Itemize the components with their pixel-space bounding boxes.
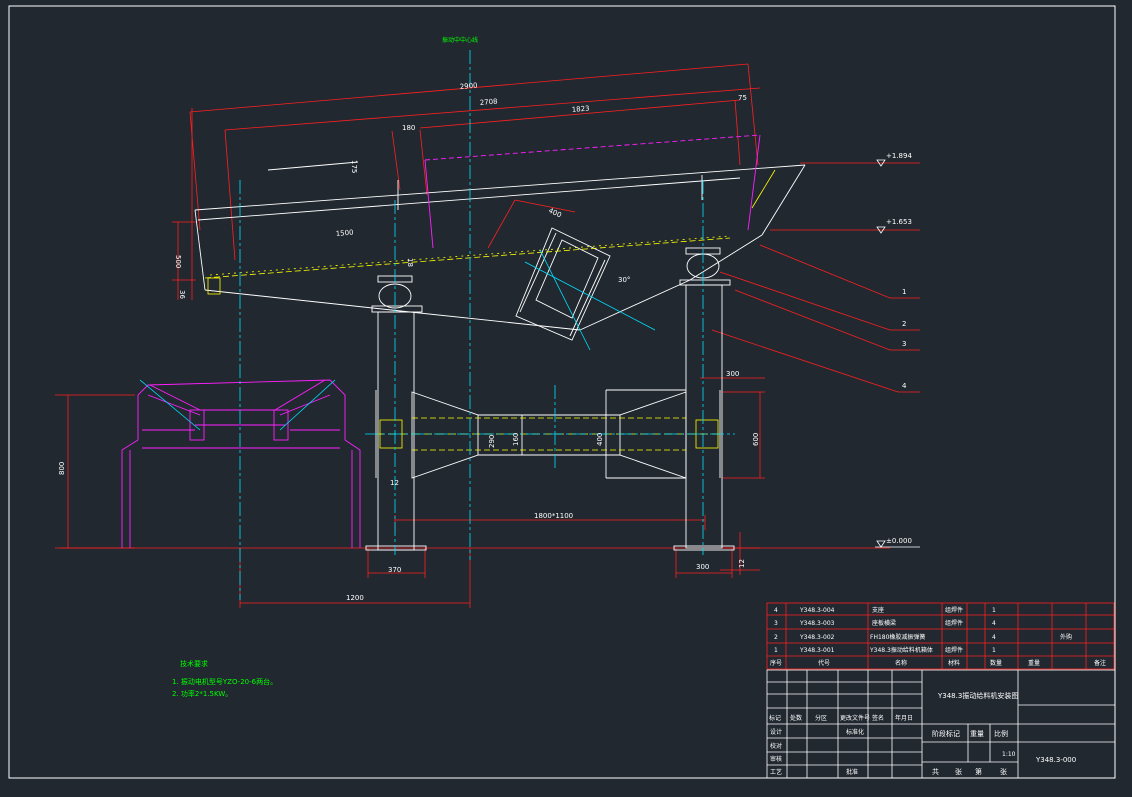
title-block-labels: 标记 处数 分区 更改文件号 签名 年月日 设计 标准化 校对 审核 工艺 批准… bbox=[769, 714, 1008, 776]
dim-800: 800 bbox=[58, 462, 66, 475]
dim-500: 500 bbox=[174, 255, 182, 268]
lbl-weight: 重量 bbox=[970, 730, 984, 738]
row3-material: 组焊件 bbox=[945, 619, 963, 627]
lbl-craft: 工艺 bbox=[770, 768, 782, 776]
magenta-lines bbox=[121, 134, 761, 548]
notes-line-1: 1. 振动电机型号YZO-20-6两台。 bbox=[172, 677, 277, 686]
row1-no: 1 bbox=[774, 647, 778, 654]
lbl-mark: 标记 bbox=[769, 714, 781, 722]
dim-18: 18 bbox=[406, 258, 414, 267]
level-1: +1.894 bbox=[886, 152, 912, 160]
hdr-name: 名称 bbox=[895, 659, 907, 667]
dim-12a: 12 bbox=[390, 479, 399, 487]
level-3: ±0.000 bbox=[886, 537, 912, 545]
row3-no: 3 bbox=[774, 620, 778, 627]
lbl-design: 设计 bbox=[770, 728, 782, 736]
dim-370: 370 bbox=[388, 566, 401, 574]
dim-12b: 12 bbox=[738, 559, 746, 568]
hdr-code: 代号 bbox=[818, 659, 830, 667]
row2-qty: 4 bbox=[992, 634, 996, 641]
lbl-zone: 分区 bbox=[815, 714, 827, 722]
centerline-label: 振动中中心线 bbox=[442, 36, 478, 44]
lbl-std: 标准化 bbox=[846, 728, 864, 736]
dim-600: 600 bbox=[752, 433, 760, 446]
lbl-check: 校对 bbox=[770, 742, 782, 750]
hdr-material: 材料 bbox=[948, 659, 960, 667]
row3-qty: 4 bbox=[992, 620, 996, 627]
row3-code: Y348.3-003 bbox=[799, 620, 835, 627]
row1-code: Y348.3-001 bbox=[799, 647, 835, 654]
dim-300-bottom: 300 bbox=[696, 563, 709, 571]
hdr-no: 序号 bbox=[770, 659, 782, 667]
callout-4: 4 bbox=[902, 382, 907, 390]
cad-drawing: 振动中中心线 +1.894 +1.653 ±0.000 1 2 3 4 2900… bbox=[8, 5, 1116, 779]
dim-1823: 1823 bbox=[571, 104, 589, 114]
dim-30deg: 30° bbox=[618, 276, 630, 284]
lbl-stage: 阶段标记 bbox=[932, 729, 960, 738]
level-2: +1.653 bbox=[886, 218, 912, 226]
dim-1800x1100: 1800*1100 bbox=[534, 512, 573, 520]
hdr-weight: 重量 bbox=[1028, 659, 1040, 667]
lbl-count: 处数 bbox=[790, 714, 802, 722]
row4-qty: 1 bbox=[992, 607, 996, 614]
hidden-lines bbox=[204, 169, 776, 451]
hdr-remark: 备注 bbox=[1094, 659, 1106, 667]
row1-name: Y348.3振动给料机箱体 bbox=[869, 646, 933, 654]
lbl-sign: 签名 bbox=[872, 714, 884, 722]
row4-code: Y348.3-004 bbox=[799, 607, 835, 614]
dim-2708: 2708 bbox=[479, 97, 497, 107]
dim-300-right: 300 bbox=[726, 370, 739, 378]
dim-175: 175 bbox=[350, 160, 358, 173]
drawing-number: Y348.3-000 bbox=[1035, 756, 1076, 764]
lbl-sheets: 张 bbox=[955, 767, 962, 776]
dim-36: 36 bbox=[178, 290, 186, 299]
lbl-sheet: 张 bbox=[1000, 767, 1007, 776]
row1-material: 组焊件 bbox=[945, 646, 963, 654]
row3-name: 座板横梁 bbox=[872, 619, 896, 627]
top-dimensions bbox=[55, 63, 920, 608]
dim-290: 290 bbox=[488, 435, 496, 448]
feeder-body bbox=[194, 161, 806, 551]
row2-name: FH180橡胶减振弹簧 bbox=[870, 633, 925, 641]
row1-qty: 1 bbox=[992, 647, 996, 654]
notes-title: 技术要求 bbox=[180, 659, 208, 668]
dim-400b: 400 bbox=[596, 433, 604, 446]
centerlines bbox=[139, 50, 735, 600]
lbl-approve: 批准 bbox=[846, 768, 858, 776]
notes-line-2: 2. 功率2*1.5KW。 bbox=[172, 689, 232, 698]
row2-remark: 外购 bbox=[1060, 633, 1072, 641]
dim-75: 75 bbox=[738, 94, 747, 102]
dim-2900: 2900 bbox=[459, 81, 477, 91]
callout-2: 2 bbox=[902, 320, 906, 328]
row4-no: 4 bbox=[774, 607, 778, 614]
drawing-scale: 1:10 bbox=[1002, 751, 1016, 758]
lbl-total: 共 bbox=[932, 767, 939, 776]
lbl-review: 审核 bbox=[770, 755, 782, 763]
row2-no: 2 bbox=[774, 634, 778, 641]
dim-400: 400 bbox=[547, 207, 563, 220]
hdr-qty: 数量 bbox=[990, 659, 1002, 667]
row4-name: 支座 bbox=[872, 606, 884, 614]
lbl-date: 年月日 bbox=[895, 714, 913, 722]
row4-material: 组焊件 bbox=[945, 606, 963, 614]
dim-160: 160 bbox=[512, 433, 520, 446]
dim-180: 180 bbox=[402, 124, 415, 132]
lbl-change: 更改文件号 bbox=[840, 714, 870, 722]
drawing-title: Y348.3振动给料机安装图 bbox=[937, 691, 1018, 700]
lbl-ratio: 比例 bbox=[994, 729, 1008, 738]
dim-1200: 1200 bbox=[346, 594, 364, 602]
lbl-no: 第 bbox=[975, 767, 982, 776]
row2-code: Y348.3-002 bbox=[799, 634, 835, 641]
dim-1500: 1500 bbox=[335, 228, 353, 238]
callout-3: 3 bbox=[902, 340, 906, 348]
callout-1: 1 bbox=[902, 288, 906, 296]
